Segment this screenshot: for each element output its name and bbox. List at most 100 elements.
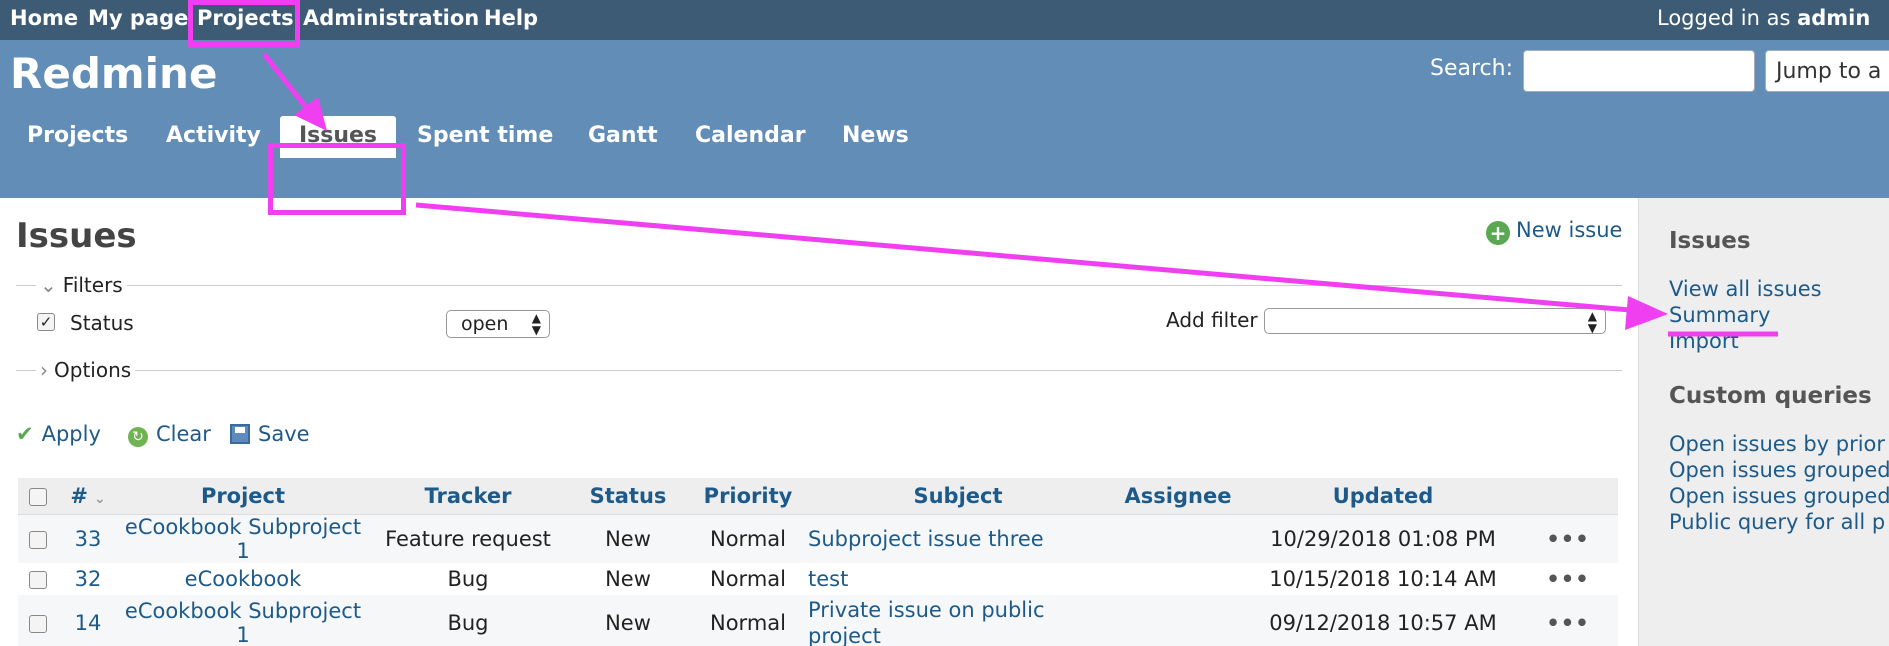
col-tracker[interactable]: Tracker — [368, 478, 568, 515]
issue-id-link[interactable]: 14 — [58, 594, 118, 646]
col-status[interactable]: Status — [568, 478, 688, 515]
filters-divider — [16, 285, 1622, 286]
apply-button[interactable]: ✔ Apply — [16, 422, 101, 446]
new-issue-link[interactable]: + New issue — [1486, 218, 1622, 245]
options-legend: Options — [54, 358, 132, 382]
issue-tracker: Bug — [368, 562, 568, 595]
col-id[interactable]: # ⌄ — [58, 478, 118, 515]
sidebar-query-1[interactable]: Open issues by prior — [1669, 432, 1885, 456]
row-menu-icon[interactable]: ••• — [1518, 562, 1618, 595]
col-updated[interactable]: Updated — [1248, 478, 1518, 515]
issue-assignee — [1108, 562, 1248, 595]
col-priority[interactable]: Priority — [688, 478, 808, 515]
tab-calendar[interactable]: Calendar — [695, 123, 806, 148]
save-button[interactable]: Save — [230, 422, 310, 446]
col-assignee[interactable]: Assignee — [1108, 478, 1248, 515]
issue-subject-link[interactable]: Subproject issue three — [808, 514, 1108, 563]
issues-table: # ⌄ Project Tracker Status Priority Subje… — [18, 478, 1618, 646]
table-row[interactable]: 14 eCookbook Subproject 1 Bug New Normal… — [18, 594, 1618, 646]
table-row[interactable]: 33 eCookbook Subproject 1 Feature reques… — [18, 514, 1618, 563]
table-row[interactable]: 32 eCookbook Bug New Normal test 10/15/2… — [18, 562, 1618, 595]
tab-projects[interactable]: Projects — [27, 123, 128, 148]
sidebar-custom-queries-heading: Custom queries — [1669, 383, 1872, 409]
status-filter-checkbox[interactable]: ✓ — [37, 313, 55, 331]
row-menu-icon[interactable]: ••• — [1518, 594, 1618, 646]
add-filter-select[interactable]: ▲ ▼ — [1264, 308, 1606, 334]
issue-priority: Normal — [688, 562, 808, 595]
logged-in-as: Logged in as admin — [1657, 6, 1870, 30]
site-title: Redmine — [10, 49, 218, 98]
issue-project-link[interactable]: eCookbook — [118, 562, 368, 595]
issue-subject-link[interactable]: test — [808, 562, 1108, 595]
tab-gantt[interactable]: Gantt — [588, 123, 658, 148]
sidebar-query-4[interactable]: Public query for all p — [1669, 510, 1885, 534]
tab-activity[interactable]: Activity — [166, 123, 261, 148]
search-input[interactable] — [1523, 50, 1755, 92]
issue-subject-text[interactable]: test — [808, 567, 848, 591]
issue-status: New — [568, 514, 688, 563]
options-divider — [16, 370, 1622, 371]
logged-in-user-link[interactable]: admin — [1797, 6, 1870, 30]
issue-tracker: Bug — [368, 594, 568, 646]
row-checkbox[interactable] — [29, 530, 47, 549]
chevron-right-icon: › — [40, 358, 48, 382]
options-toggle[interactable]: › Options — [36, 358, 136, 382]
jump-to-project-select[interactable]: Jump to a — [1765, 50, 1889, 92]
row-checkbox[interactable] — [29, 614, 47, 633]
status-filter-label: Status — [70, 311, 134, 335]
sidebar-import[interactable]: Import — [1669, 329, 1739, 353]
check-icon: ✔ — [16, 422, 34, 446]
issue-updated: 09/12/2018 10:57 AM — [1248, 594, 1518, 646]
clear-button[interactable]: ↻ Clear — [128, 422, 211, 447]
sidebar: Issues View all issues Summary Import Cu… — [1638, 198, 1889, 646]
issue-status: New — [568, 562, 688, 595]
sidebar-summary[interactable]: Summary — [1669, 303, 1770, 327]
reload-icon: ↻ — [128, 427, 148, 447]
issue-id-link[interactable]: 33 — [58, 514, 118, 563]
row-checkbox[interactable] — [29, 570, 47, 589]
sidebar-view-all-issues[interactable]: View all issues — [1669, 277, 1822, 301]
page-title: Issues — [16, 216, 137, 256]
highlight-projects-box — [188, 0, 300, 47]
status-operator-value: open — [461, 313, 509, 335]
row-menu-icon[interactable]: ••• — [1518, 514, 1618, 563]
top-menu-home[interactable]: Home — [10, 6, 78, 30]
floppy-disk-icon — [230, 424, 250, 444]
top-menu-help[interactable]: Help — [484, 6, 538, 30]
top-menu-my-page[interactable]: My page — [88, 6, 188, 30]
issue-project-link[interactable]: eCookbook Subproject 1 — [118, 594, 368, 646]
filters-toggle[interactable]: ⌄ Filters — [36, 273, 127, 297]
add-filter-label: Add filter — [1166, 308, 1258, 332]
plus-icon: + — [1486, 221, 1510, 245]
logged-in-prefix: Logged in as — [1657, 6, 1791, 30]
table-header-row: # ⌄ Project Tracker Status Priority Subje… — [18, 478, 1618, 515]
select-all-cell[interactable] — [18, 478, 58, 515]
sidebar-query-3[interactable]: Open issues grouped — [1669, 484, 1889, 508]
tab-spent-time[interactable]: Spent time — [417, 123, 553, 148]
col-id-label[interactable]: # — [70, 484, 88, 508]
search-label: Search: — [1430, 56, 1513, 81]
new-issue-label: New issue — [1516, 218, 1623, 242]
tab-news[interactable]: News — [842, 123, 909, 148]
issue-tracker: Feature request — [368, 514, 568, 563]
issue-assignee — [1108, 594, 1248, 646]
issue-subject-text[interactable]: Subproject issue three — [808, 527, 1044, 551]
select-all-checkbox[interactable] — [29, 487, 47, 506]
issue-subject-line-1[interactable]: Private issue on public — [808, 598, 1045, 622]
col-menu — [1518, 478, 1618, 515]
col-subject[interactable]: Subject — [808, 478, 1108, 515]
status-operator-select[interactable]: open ▲ ▼ — [446, 310, 550, 338]
issue-assignee — [1108, 514, 1248, 563]
sidebar-issues-heading: Issues — [1669, 228, 1751, 254]
col-project[interactable]: Project — [118, 478, 368, 515]
chevron-down-icon: ⌄ — [40, 273, 57, 297]
sidebar-query-2[interactable]: Open issues grouped — [1669, 458, 1889, 482]
issue-priority: Normal — [688, 514, 808, 563]
issue-subject-link[interactable]: Private issue on public project — [808, 594, 1108, 646]
top-menu-administration[interactable]: Administration — [303, 6, 479, 30]
issue-updated: 10/29/2018 01:08 PM — [1248, 514, 1518, 563]
filters-legend: Filters — [62, 273, 123, 297]
issue-project-link[interactable]: eCookbook Subproject 1 — [118, 514, 368, 563]
issue-subject-line-2[interactable]: project — [808, 624, 881, 646]
issue-id-link[interactable]: 32 — [58, 562, 118, 595]
